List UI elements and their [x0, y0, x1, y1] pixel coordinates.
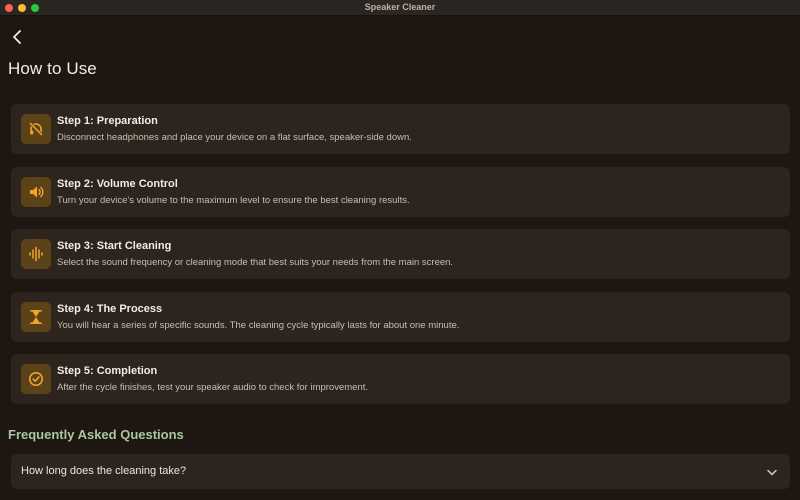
step-description: Turn your device's volume to the maximum…: [57, 195, 410, 206]
faq-heading: Frequently Asked Questions: [8, 427, 184, 442]
faq-item[interactable]: How long does the cleaning take?: [11, 454, 790, 489]
step-card-5: Step 5: Completion After the cycle finis…: [11, 354, 790, 404]
headphones-off-icon: [21, 114, 51, 144]
step-card-2: Step 2: Volume Control Turn your device'…: [11, 167, 790, 217]
step-description: Disconnect headphones and place your dev…: [57, 132, 412, 143]
step-description: After the cycle finishes, test your spea…: [57, 382, 369, 393]
step-description: Select the sound frequency or cleaning m…: [57, 257, 454, 268]
chevron-left-icon: [13, 30, 21, 44]
back-button[interactable]: [8, 28, 26, 46]
hourglass-icon: [21, 302, 51, 332]
step-title: Step 5: Completion: [57, 365, 158, 377]
window-title: Speaker Cleaner: [364, 2, 436, 12]
sound-wave-icon: [21, 239, 51, 269]
speaker-volume-icon: [21, 177, 51, 207]
step-card-1: Step 1: Preparation Disconnect headphone…: [11, 104, 790, 154]
faq-question: How long does the cleaning take?: [21, 465, 187, 477]
step-title: Step 1: Preparation: [57, 115, 158, 127]
chevron-down-icon[interactable]: [766, 466, 778, 478]
step-card-3: Step 3: Start Cleaning Select the sound …: [11, 229, 790, 279]
check-circle-icon: [21, 364, 51, 394]
page-title: How to Use: [8, 59, 97, 78]
step-description: You will hear a series of specific sound…: [57, 320, 460, 331]
step-title: Step 4: The Process: [57, 303, 163, 315]
step-title: Step 3: Start Cleaning: [57, 240, 172, 252]
step-card-4: Step 4: The Process You will hear a seri…: [11, 292, 790, 342]
title-bar: Speaker Cleaner: [0, 0, 800, 16]
step-title: Step 2: Volume Control: [57, 178, 178, 190]
